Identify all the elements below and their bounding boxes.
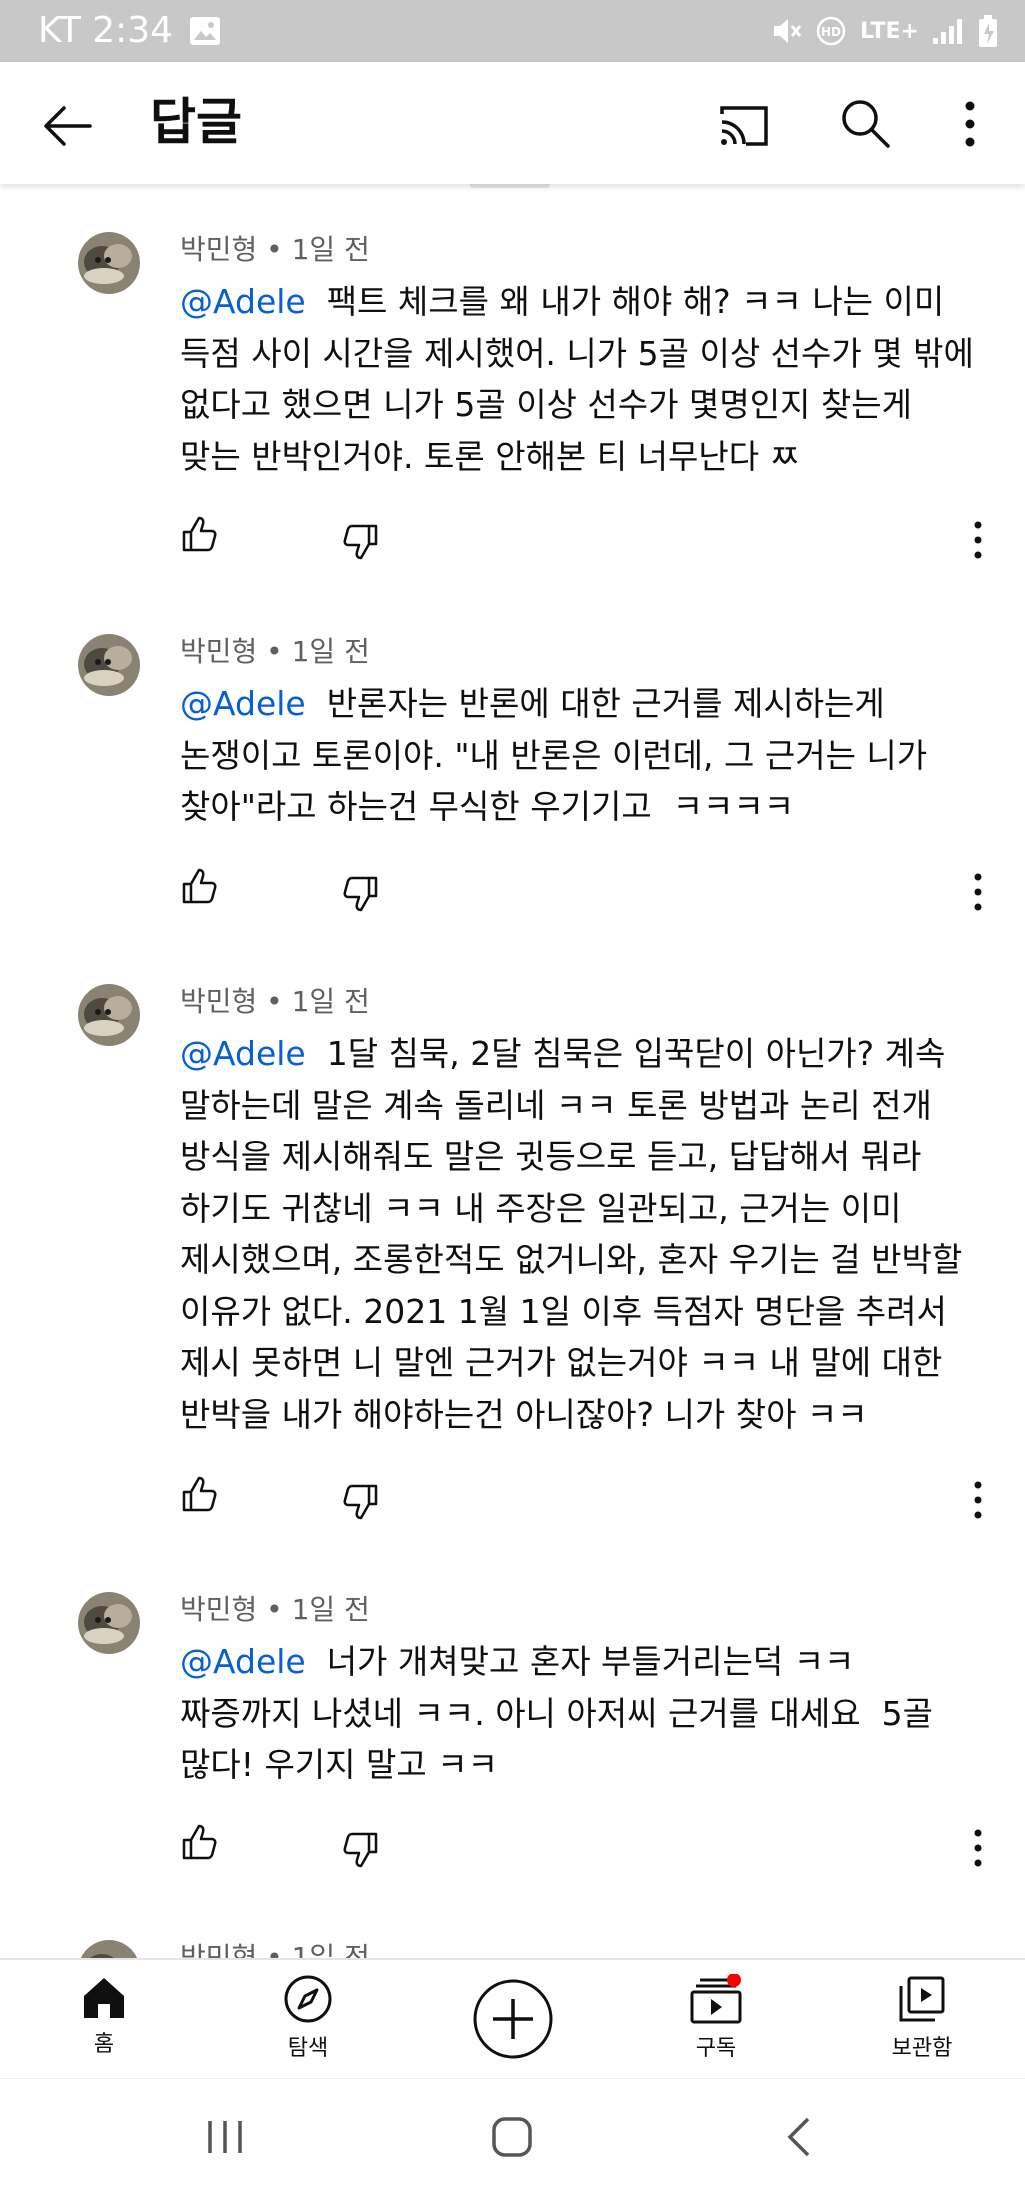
comment-meta: 박민형 • 1일 전 [180,233,370,266]
page-title: 답글 [150,93,242,151]
mention-link[interactable]: @Adele [180,1642,306,1681]
bottom-nav: 홈 탐색 구독 보관함 [0,1958,1025,2078]
arrow-left-icon[interactable] [38,96,98,156]
nav-explore[interactable]: 탐색 [238,1974,378,2062]
comment-text: @Adele 반론자는 반론에 대한 근거를 제시하는게 논쟁이고 토론이야. … [180,678,980,833]
nav-subscriptions[interactable]: 구독 [646,1974,786,2062]
thumb-down-icon[interactable] [340,1830,380,1870]
comment-author[interactable]: 박민형 [180,1593,257,1626]
thumb-up-icon[interactable] [180,866,220,906]
more-vert-icon[interactable] [966,1478,990,1522]
more-vert-icon[interactable] [948,94,992,154]
thumb-up-icon[interactable] [180,1822,220,1862]
hd-icon: HD [816,16,846,46]
comment-meta: 박민형 • 1일 전 [180,1940,370,1958]
subscriptions-icon [690,1974,742,2024]
home-circle-icon[interactable] [490,2115,534,2159]
search-icon[interactable] [836,94,896,154]
comment-author[interactable]: 박민형 [180,233,257,266]
comment-meta: 박민형 • 1일 전 [180,635,370,668]
comment-text: @Adele 팩트 체크를 왜 내가 해야 해? ㅋㅋ 나는 이미 득점 사이 … [180,276,980,482]
comment-time: 1일 전 [291,635,370,668]
app-bar: 답글 [0,62,1025,184]
comment-author: 박민형 [180,1941,258,1958]
avatar[interactable] [78,232,140,294]
thumb-down-icon[interactable] [340,522,380,562]
signal-icon [933,19,962,44]
thumb-up-icon[interactable] [180,1474,220,1514]
status-bar: KT 2:34 HD LTE+ [0,0,1025,62]
nav-label: 보관함 [891,2036,953,2061]
comment-meta: 박민형 • 1일 전 [180,1593,370,1626]
comment-text: @Adele 1달 침묵, 2달 침묵은 입꾹닫이 아닌가? 계속 말하는데 말… [180,1028,980,1440]
carrier-time: KT 2:34 [38,10,174,51]
explore-icon [284,1975,332,2023]
comment-text: @Adele 너가 개쳐맞고 혼자 부들거리는덕 ㅋㅋ 짜증까지 나셨네 ㅋㅋ.… [180,1636,980,1791]
thumb-down-icon[interactable] [340,874,380,914]
svg-text:HD: HD [821,25,841,39]
system-nav-bar [0,2078,1025,2198]
library-icon [899,1976,945,2022]
more-vert-icon[interactable] [966,1826,990,1870]
avatar[interactable] [78,984,140,1046]
more-vert-icon[interactable] [966,870,990,914]
cast-icon[interactable] [714,96,774,156]
comment-author[interactable]: 박민형 [180,985,257,1018]
create-plus-icon[interactable] [472,1978,554,2060]
comment-body: 1달 침묵, 2달 침묵은 입꾹닫이 아닌가? 계속 말하는데 말은 계속 돌리… [180,1034,963,1434]
mention-link[interactable]: @Adele [180,282,306,321]
comment-time: 1일 전 [291,233,370,266]
mute-icon [774,19,802,43]
gallery-notification-icon [190,16,221,45]
network-type: LTE+ [860,18,919,44]
mention-link[interactable]: @Adele [180,684,306,723]
battery-icon [979,15,997,47]
avatar[interactable] [78,634,140,696]
nav-home[interactable]: 홈 [34,1974,174,2058]
mention-link[interactable]: @Adele [180,1034,306,1073]
back-chevron-icon[interactable] [784,2115,814,2159]
home-icon [84,1978,124,2018]
comment-time: 1일 전 [291,1941,370,1958]
nav-label: 탐색 [287,2036,329,2061]
recents-icon[interactable] [200,2117,250,2157]
comment-meta: 박민형 • 1일 전 [180,985,370,1018]
thumb-down-icon[interactable] [340,1482,380,1522]
status-left: KT 2:34 [38,10,221,51]
thumb-up-icon[interactable] [180,514,220,554]
nav-library[interactable]: 보관함 [852,1974,992,2062]
nav-label: 구독 [695,2036,737,2061]
comment-author[interactable]: 박민형 [180,635,257,668]
nav-label: 홈 [93,2032,115,2057]
comment-time: 1일 전 [291,1593,370,1626]
status-right: HD LTE+ [768,14,999,48]
avatar[interactable] [78,1592,140,1654]
more-vert-icon[interactable] [966,518,990,562]
avatar-image [80,1940,138,1958]
comment-time: 1일 전 [291,985,370,1018]
avatar [78,1940,140,1958]
